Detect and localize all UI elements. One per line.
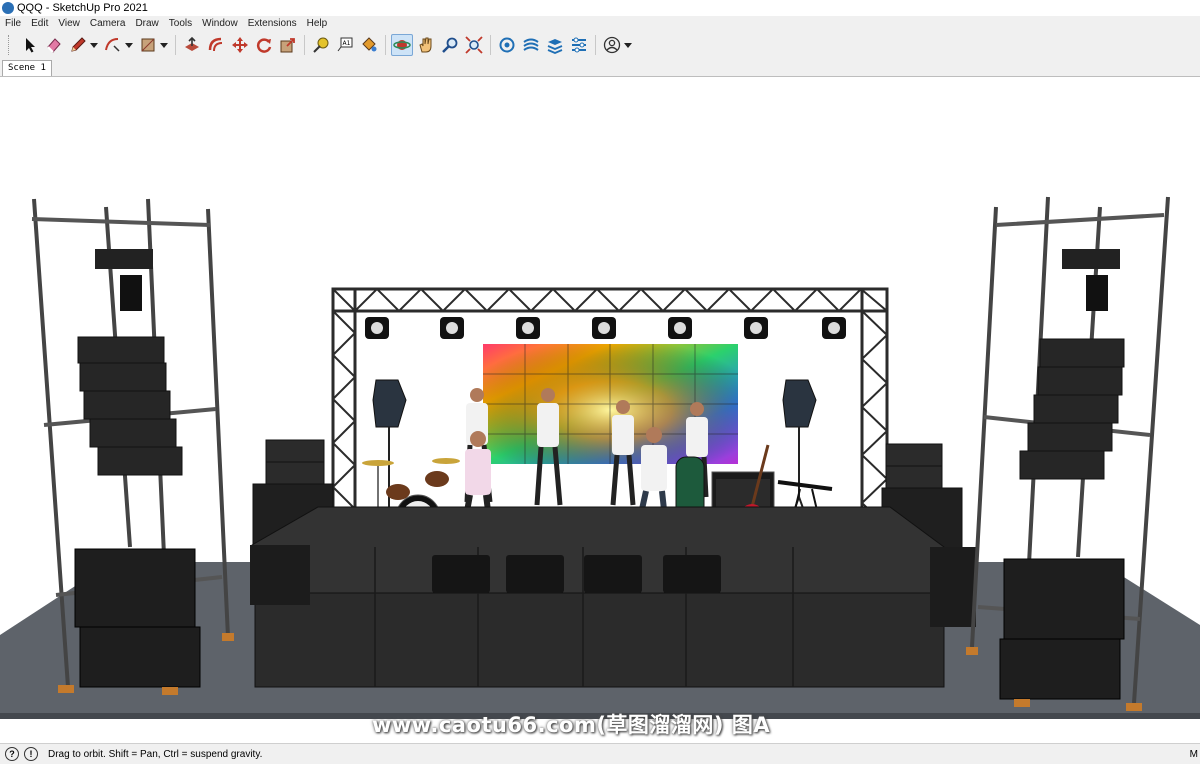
move-tool-button[interactable] (229, 34, 251, 56)
main-toolbar: A1 (0, 31, 1200, 60)
menu-help[interactable]: Help (302, 18, 333, 29)
stage-riser (250, 506, 976, 688)
move-arrows-icon (232, 37, 248, 53)
arc-tool-dropdown[interactable] (125, 34, 133, 56)
warehouse-icon (499, 37, 515, 53)
toolbar-separator (595, 35, 596, 55)
orbit-tool-button[interactable] (391, 34, 413, 56)
rotate-icon (256, 38, 272, 53)
moving-head-lights (365, 317, 846, 339)
push-pull-icon (185, 36, 199, 51)
pan-tool-button[interactable] (415, 34, 437, 56)
title-bar: QQQ - SketchUp Pro 2021 (0, 0, 1200, 16)
measurements-label: M (1189, 748, 1198, 760)
scale-tool-button[interactable] (277, 34, 299, 56)
stage-model-drawing (0, 196, 1200, 719)
scene-tabs-bar: Scene 1 (0, 59, 1200, 77)
tape-measure-tool-button[interactable] (310, 34, 332, 56)
drawing-viewport[interactable]: www.caotu66.com(草图溜溜网) 图A (0, 77, 1200, 743)
rotate-tool-button[interactable] (253, 34, 275, 56)
paint-bucket-tool-button[interactable] (358, 34, 380, 56)
paint-bucket-icon (362, 37, 377, 52)
line-tool-dropdown[interactable] (90, 34, 98, 56)
status-message: Drag to orbit. Shift = Pan, Ctrl = suspe… (48, 748, 263, 760)
rectangle-tool-dropdown[interactable] (160, 34, 168, 56)
status-bar: ? ! Drag to orbit. Shift = Pan, Ctrl = s… (0, 743, 1200, 764)
line-tool-button[interactable] (67, 34, 89, 56)
menu-tools[interactable]: Tools (164, 18, 197, 29)
offset-icon (208, 37, 223, 52)
sketchup-app-icon (2, 2, 14, 14)
watermark-text: www.caotu66.com(草图溜溜网) 图A (372, 713, 771, 737)
menu-edit[interactable]: Edit (26, 18, 53, 29)
extension-manager-button[interactable] (568, 34, 590, 56)
arrow-cursor-icon (26, 38, 35, 53)
svg-text:A1: A1 (343, 40, 351, 47)
menu-view[interactable]: View (53, 18, 85, 29)
orbit-icon (393, 40, 411, 50)
toolbar-separator (304, 35, 305, 55)
eraser-icon (47, 38, 61, 53)
extension-manager-icon (572, 37, 586, 53)
menu-extensions[interactable]: Extensions (243, 18, 302, 29)
arc-tool-button[interactable] (102, 34, 124, 56)
toolbar-separator (385, 35, 386, 55)
push-pull-tool-button[interactable] (181, 34, 203, 56)
extension-warehouse-button[interactable] (520, 34, 542, 56)
scale-icon (280, 38, 295, 53)
menu-window[interactable]: Window (197, 18, 243, 29)
toolbar-separator (490, 35, 491, 55)
menu-file[interactable]: File (0, 18, 26, 29)
menu-draw[interactable]: Draw (130, 18, 163, 29)
arc-icon (105, 38, 120, 52)
rectangle-tool-button[interactable] (137, 34, 159, 56)
rectangle-icon (141, 38, 155, 52)
zoom-extents-icon (465, 36, 483, 54)
pan-hand-icon (419, 37, 432, 53)
account-dropdown[interactable] (624, 34, 632, 56)
extension-warehouse-icon (523, 38, 539, 51)
menu-bar: File Edit View Camera Draw Tools Window … (0, 16, 1200, 31)
account-icon (603, 36, 621, 54)
warehouse-button[interactable] (496, 34, 518, 56)
pencil-icon (71, 37, 86, 52)
text-tool-button[interactable]: A1 (334, 34, 356, 56)
scene-tab[interactable]: Scene 1 (2, 60, 52, 76)
zoom-icon (442, 37, 458, 53)
toolbar-separator (175, 35, 176, 55)
account-button[interactable] (601, 34, 623, 56)
window-title: QQQ - SketchUp Pro 2021 (17, 2, 148, 14)
geo-location-icon[interactable]: ? (5, 747, 19, 761)
tape-measure-icon (313, 37, 329, 53)
offset-tool-button[interactable] (205, 34, 227, 56)
zoom-tool-button[interactable] (439, 34, 461, 56)
text-icon: A1 (337, 37, 353, 52)
menu-camera[interactable]: Camera (85, 18, 131, 29)
toolbar-grip[interactable] (8, 35, 12, 55)
layout-button[interactable] (544, 34, 566, 56)
info-icon[interactable]: ! (24, 747, 38, 761)
zoom-extents-tool-button[interactable] (463, 34, 485, 56)
eraser-tool-button[interactable] (43, 34, 65, 56)
layout-icon (547, 39, 563, 54)
select-tool-button[interactable] (19, 34, 41, 56)
